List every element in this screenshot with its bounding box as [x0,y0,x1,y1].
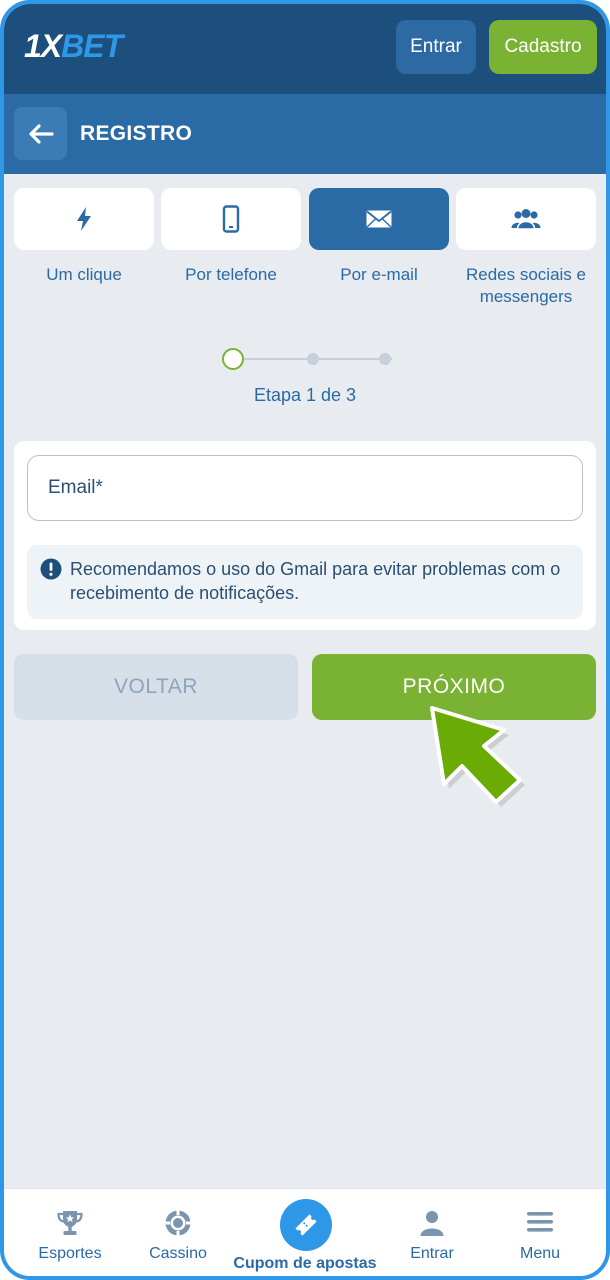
pointer-arrow-icon [430,706,525,807]
phone-icon [222,205,240,233]
logo-suffix: BET [61,28,123,64]
envelope-icon [366,210,392,228]
form-card: Email* Recomendamos o uso do Gmail para … [14,441,596,630]
tab-label-one-click: Um clique [46,265,122,284]
tab-label-social: Redes sociais e messengers [465,265,586,306]
casino-chip-icon [165,1210,191,1236]
email-placeholder: Email* [48,477,103,498]
gmail-notice: Recomendamos o uso do Gmail para evitar … [27,545,583,619]
tab-social[interactable] [456,188,596,250]
nav-label-coupon: Cupom de apostas [233,1255,377,1272]
step-dot [307,353,319,365]
notice-text: Recomendamos o uso do Gmail para evitar … [70,559,561,603]
email-field[interactable]: Email* [27,455,583,521]
tab-email[interactable] [309,188,449,250]
back-step-button[interactable]: VOLTAR [14,654,298,720]
lightning-icon [77,207,91,231]
ticket-icon [295,1214,317,1236]
arrow-left-icon [28,123,54,144]
nav-menu[interactable]: Menu [490,1189,590,1276]
tab-one-click[interactable] [14,188,154,250]
nav-sports[interactable]: Esportes [20,1189,120,1276]
step-text: Etapa 1 de 3 [253,385,357,405]
bottom-navigation: Esportes Cassino Cupom de apostas Entrar… [4,1188,606,1276]
hamburger-menu-icon [527,1212,553,1232]
step-indicator [222,348,392,370]
back-button[interactable] [14,107,67,160]
title-bar: REGISTRO [4,94,606,174]
tab-phone[interactable] [161,188,301,250]
info-icon [40,558,62,580]
nav-coupon[interactable] [280,1199,332,1251]
nav-label-login: Entrar [410,1245,454,1262]
nav-login[interactable]: Entrar [382,1189,482,1276]
login-button[interactable]: Entrar [396,20,476,74]
logo-prefix: 1X [24,28,62,64]
nav-label-sports: Esportes [38,1245,102,1262]
step-dot-current [222,348,244,370]
step-dot [379,353,391,365]
people-icon [511,209,541,230]
nav-casino[interactable]: Cassino [128,1189,228,1276]
nav-label-menu: Menu [519,1245,561,1262]
nav-label-casino: Cassino [149,1245,207,1262]
page-title: REGISTRO [80,122,193,145]
tab-label-phone: Por telefone [185,265,277,284]
trophy-icon [57,1211,83,1235]
brand-logo[interactable]: 1XBET [24,28,123,65]
top-header: 1XBET Entrar Cadastro [4,4,606,94]
tab-label-email: Por e-mail [340,265,418,284]
user-icon [420,1211,444,1236]
phone-frame: 1XBET Entrar Cadastro REGISTRO Um clique… [0,0,610,1280]
register-button[interactable]: Cadastro [489,20,597,74]
